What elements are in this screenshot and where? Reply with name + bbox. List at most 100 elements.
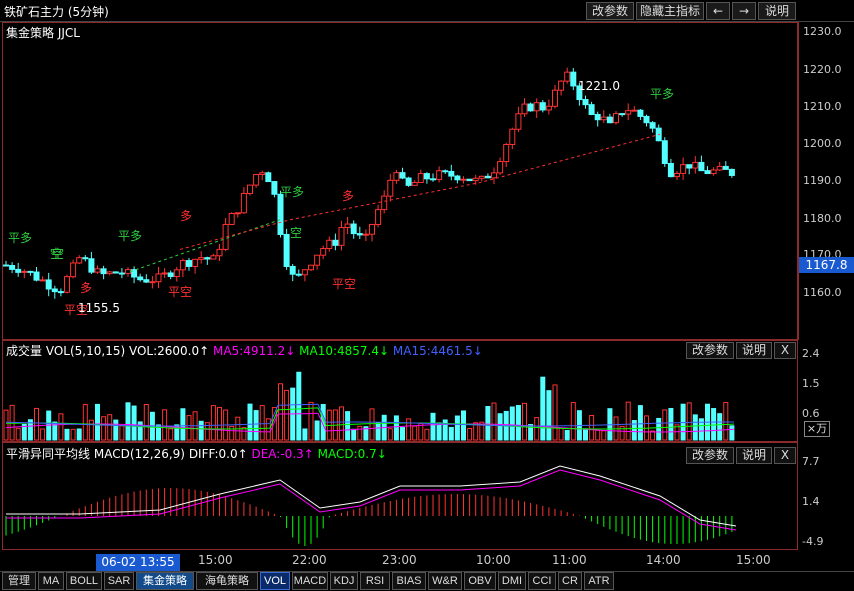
volume-bar [668, 407, 674, 441]
signals: 平多空多平空平多空多平空平多空多平空平多 [8, 87, 674, 317]
tab-turtle[interactable]: 海龟策略 [196, 572, 258, 590]
candle-body [192, 258, 199, 267]
macd-svg [5, 465, 737, 546]
candle-body [259, 172, 266, 175]
candle-body [619, 113, 626, 116]
volume-bar [302, 428, 308, 441]
candle-body [564, 71, 571, 82]
candle-body [51, 288, 58, 293]
tab-cr[interactable]: CR [558, 572, 582, 590]
tab-kdj[interactable]: KDJ [330, 572, 358, 590]
candle-body [649, 122, 656, 129]
candle-body [405, 177, 412, 186]
candle-body [106, 271, 113, 275]
candle-body [460, 178, 467, 181]
tab-manage[interactable]: 管理 [2, 572, 36, 590]
time-label: 22:00 [292, 553, 327, 567]
tab-boll[interactable]: BOLL [66, 572, 102, 590]
candle-body [57, 291, 64, 294]
tab-ma[interactable]: MA [38, 572, 64, 590]
high-price-label: 1221.0 [578, 79, 620, 93]
volume-bar [595, 429, 601, 441]
volume-bar [217, 406, 222, 441]
volume-bar [3, 409, 9, 441]
prev-arrow-icon[interactable]: ← [706, 2, 730, 20]
candle-body [338, 227, 345, 246]
trade-signal-label: 平多 [650, 87, 674, 101]
volume-bar [393, 415, 399, 441]
volume-bar [625, 401, 631, 441]
price-chart-svg: 平多空多平空平多空多平空平多空多平空平多 1221.0 1155.5 [3, 67, 735, 317]
candle-body [344, 223, 351, 229]
candle-body [570, 71, 577, 87]
tab-obv[interactable]: OBV [464, 572, 496, 590]
tab-sar[interactable]: SAR [104, 572, 134, 590]
volume-bar [454, 415, 460, 441]
candle-body [204, 257, 211, 260]
tab-jjcl[interactable]: 集金策略 [136, 572, 194, 590]
change-params-button[interactable]: 改参数 [586, 2, 634, 20]
volume-bar [430, 412, 436, 441]
volume-bar [15, 427, 21, 441]
time-label: 14:00 [646, 553, 681, 567]
volume-bar [82, 404, 88, 441]
tab-vol[interactable]: VOL [260, 572, 290, 590]
tab-bias[interactable]: BIAS [392, 572, 426, 590]
volume-bar [424, 428, 430, 441]
candle-body [533, 102, 540, 112]
volume-bar [119, 425, 125, 441]
candle-body [161, 272, 168, 275]
volume-bar [265, 418, 271, 441]
candle-body [600, 116, 607, 121]
candle-body [643, 115, 650, 124]
volume-bar [375, 422, 381, 441]
candle-body [179, 260, 186, 271]
candle-body [454, 175, 461, 181]
volume-bar [552, 384, 558, 441]
volume-bar [692, 414, 698, 441]
candle-body [411, 181, 418, 186]
volume-bar [64, 428, 70, 441]
candle-body [484, 175, 491, 179]
volume-bar [253, 410, 259, 441]
volume-bar [247, 403, 253, 441]
candle-body [399, 172, 406, 179]
candle-body [710, 169, 717, 175]
tab-dmi[interactable]: DMI [498, 572, 526, 590]
candle-body [472, 177, 479, 182]
tab-macd[interactable]: MACD [292, 572, 328, 590]
candle-body [466, 178, 473, 182]
candle-body [88, 258, 95, 273]
trade-signal-label: 平多 [118, 229, 142, 243]
tab-rsi[interactable]: RSI [360, 572, 390, 590]
volume-bar [113, 419, 119, 441]
candle-body [76, 257, 83, 264]
candle-body [613, 113, 619, 124]
time-label: 15:00 [198, 553, 233, 567]
candle-body [143, 279, 150, 283]
candle-body [509, 128, 516, 145]
hide-indicator-button[interactable]: 隐藏主指标 [636, 2, 704, 20]
next-arrow-icon[interactable]: → [732, 2, 756, 20]
candle-body [661, 140, 668, 164]
candle-body [9, 265, 16, 270]
candle-body [125, 269, 131, 274]
candle-body [112, 271, 119, 274]
candle-body [692, 161, 699, 169]
trade-signal-label: 平多 [280, 185, 304, 199]
candle-body [698, 161, 705, 172]
candle-body [3, 264, 9, 267]
tab-wr[interactable]: W&R [428, 572, 462, 590]
tab-cci[interactable]: CCI [528, 572, 556, 590]
candle-body [70, 262, 77, 278]
tab-atr[interactable]: ATR [584, 572, 614, 590]
volume-bar [259, 405, 265, 441]
trade-signal-label: 多 [180, 209, 192, 223]
candle-body [240, 192, 247, 214]
volume-bar [369, 408, 375, 441]
help-button[interactable]: 说明 [758, 2, 796, 20]
price-axis: 1230.0 1220.0 1210.0 1200.0 1190.0 1180.… [798, 22, 854, 340]
volume-bar [662, 409, 668, 441]
candle-body [320, 248, 327, 256]
volume-bar [631, 420, 637, 441]
